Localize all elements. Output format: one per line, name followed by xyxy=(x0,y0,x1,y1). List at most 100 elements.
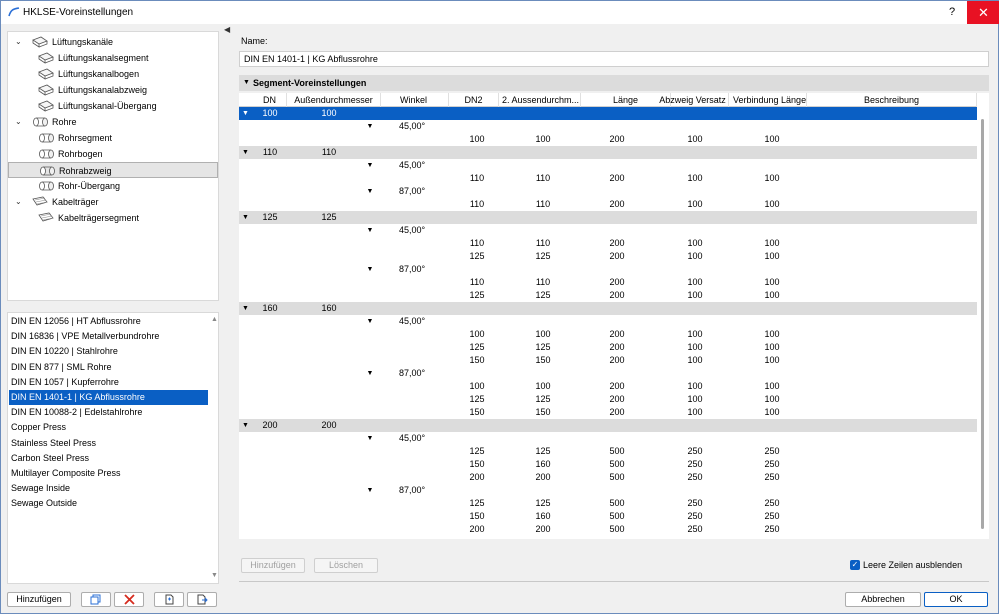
list-item[interactable]: Sewage Inside xyxy=(9,481,208,496)
data-cell[interactable]: 100 xyxy=(507,328,579,341)
list-item[interactable]: DIN EN 10220 | Stahlrohre xyxy=(9,344,208,359)
data-cell[interactable]: 250 xyxy=(735,497,809,510)
data-cell[interactable]: 160 xyxy=(507,510,579,523)
data-cell[interactable]: 100 xyxy=(659,289,731,302)
data-row[interactable]: 150 160 500 250 250 xyxy=(239,510,977,523)
data-cell[interactable]: 250 xyxy=(659,471,731,484)
data-cell[interactable]: 110 xyxy=(455,237,499,250)
data-cell[interactable]: 100 xyxy=(507,380,579,393)
segment-section-header[interactable]: ▼ Segment-Voreinstellungen xyxy=(239,75,989,91)
delete-row-button[interactable]: Löschen xyxy=(314,558,378,573)
data-cell[interactable]: 100 xyxy=(659,393,731,406)
data-cell[interactable]: 110 xyxy=(507,237,579,250)
data-row[interactable]: 110 110 200 100 100 xyxy=(239,276,977,289)
data-cell[interactable]: 100 xyxy=(735,172,809,185)
scrollbar-thumb[interactable] xyxy=(981,119,984,529)
data-cell[interactable]: 500 xyxy=(581,471,653,484)
angle-expand-icon[interactable]: ▼ xyxy=(365,185,375,198)
data-cell[interactable]: 150 xyxy=(455,406,499,419)
data-cell[interactable]: 200 xyxy=(581,133,653,146)
data-cell[interactable]: 250 xyxy=(659,510,731,523)
data-row[interactable]: 110 110 200 100 100 xyxy=(239,198,977,211)
data-cell[interactable]: 250 xyxy=(659,445,731,458)
data-cell[interactable]: 100 xyxy=(659,172,731,185)
column-header[interactable]: Abzweig Versatz xyxy=(657,93,729,107)
tree-item[interactable]: Rohrsegment xyxy=(8,130,218,146)
data-row[interactable]: 125 125 200 100 100 xyxy=(239,250,977,263)
list-item[interactable]: DIN EN 1057 | Kupferrohre xyxy=(9,375,208,390)
expand-triangle-icon[interactable]: ▼ xyxy=(242,419,249,432)
close-button[interactable]: ✕ xyxy=(967,1,999,24)
angle-expand-icon[interactable]: ▼ xyxy=(365,367,375,380)
help-button[interactable]: ? xyxy=(937,1,967,24)
data-cell[interactable]: 100 xyxy=(735,198,809,211)
tree-item[interactable]: Kabelträgersegment xyxy=(8,210,218,226)
data-cell[interactable]: 150 xyxy=(507,354,579,367)
group-row[interactable]: ▼ 200 200 xyxy=(239,419,977,432)
column-header[interactable]: DN xyxy=(253,93,287,107)
data-cell[interactable]: 100 xyxy=(507,133,579,146)
data-cell[interactable]: 125 xyxy=(507,289,579,302)
data-row[interactable]: 125 125 500 250 250 xyxy=(239,445,977,458)
angle-row[interactable]: ▼ 45,00° xyxy=(239,120,977,133)
data-row[interactable]: 125 125 200 100 100 xyxy=(239,393,977,406)
data-cell[interactable]: 500 xyxy=(581,497,653,510)
data-cell[interactable]: 200 xyxy=(581,393,653,406)
data-cell[interactable]: 100 xyxy=(735,276,809,289)
add-standard-button[interactable]: Hinzufügen xyxy=(7,592,71,607)
data-cell[interactable]: 125 xyxy=(455,341,499,354)
data-cell[interactable]: 250 xyxy=(659,458,731,471)
data-cell[interactable]: 125 xyxy=(455,497,499,510)
data-cell[interactable]: 100 xyxy=(455,328,499,341)
angle-expand-icon[interactable]: ▼ xyxy=(365,263,375,276)
list-item[interactable]: Carbon Steel Press xyxy=(9,451,208,466)
expand-chevron-icon[interactable]: ⌄ xyxy=(15,34,25,50)
hide-empty-checkbox[interactable]: ✓ xyxy=(850,560,860,570)
angle-row[interactable]: ▼ 87,00° xyxy=(239,185,977,198)
data-cell[interactable]: 110 xyxy=(455,198,499,211)
data-cell[interactable]: 200 xyxy=(581,406,653,419)
data-cell[interactable]: 100 xyxy=(659,276,731,289)
grid-scrollbar[interactable] xyxy=(977,107,989,539)
data-cell[interactable]: 110 xyxy=(507,198,579,211)
expand-triangle-icon[interactable]: ▼ xyxy=(242,107,249,120)
data-cell[interactable]: 100 xyxy=(735,328,809,341)
tree-item[interactable]: Lüftungskanal-Übergang xyxy=(8,98,218,114)
name-input[interactable]: DIN EN 1401-1 | KG Abflussrohre xyxy=(239,51,989,67)
data-cell[interactable]: 250 xyxy=(659,523,731,536)
data-cell[interactable]: 100 xyxy=(735,341,809,354)
tree-item[interactable]: Lüftungskanalsegment xyxy=(8,50,218,66)
data-cell[interactable]: 100 xyxy=(659,133,731,146)
angle-row[interactable]: ▼ 45,00° xyxy=(239,159,977,172)
data-cell[interactable]: 500 xyxy=(581,510,653,523)
data-cell[interactable]: 125 xyxy=(507,497,579,510)
data-cell[interactable]: 100 xyxy=(455,380,499,393)
data-row[interactable]: 100 100 200 100 100 xyxy=(239,133,977,146)
column-header[interactable]: Verbindung Länge xyxy=(733,93,807,107)
data-cell[interactable]: 500 xyxy=(581,445,653,458)
angle-expand-icon[interactable]: ▼ xyxy=(365,224,375,237)
tree-item[interactable]: Rohr-Übergang xyxy=(8,178,218,194)
data-row[interactable]: 200 200 500 250 250 xyxy=(239,523,977,536)
data-cell[interactable]: 200 xyxy=(581,289,653,302)
list-item[interactable]: Multilayer Composite Press xyxy=(9,466,208,481)
data-cell[interactable]: 100 xyxy=(659,198,731,211)
list-item[interactable]: DIN EN 1401-1 | KG Abflussrohre xyxy=(9,390,208,405)
list-item[interactable]: DIN EN 877 | SML Rohre xyxy=(9,360,208,375)
list-item[interactable]: DIN EN 10088-2 | Edelstahlrohre xyxy=(9,405,208,420)
expand-chevron-icon[interactable]: ⌄ xyxy=(15,114,25,130)
column-header[interactable]: Winkel xyxy=(379,93,449,107)
angle-row[interactable]: ▼ 45,00° xyxy=(239,224,977,237)
list-item[interactable]: Copper Press xyxy=(9,420,208,435)
data-row[interactable]: 150 160 500 250 250 xyxy=(239,458,977,471)
tree-item[interactable]: ⌄ Rohre xyxy=(8,114,218,130)
data-cell[interactable]: 125 xyxy=(455,445,499,458)
data-cell[interactable]: 200 xyxy=(581,341,653,354)
expand-triangle-icon[interactable]: ▼ xyxy=(242,302,249,315)
data-row[interactable]: 125 125 500 250 250 xyxy=(239,497,977,510)
data-cell[interactable]: 200 xyxy=(581,250,653,263)
data-cell[interactable]: 500 xyxy=(581,458,653,471)
list-item[interactable]: Sewage Outside xyxy=(9,496,208,511)
delete-standard-button[interactable] xyxy=(114,592,144,607)
data-cell[interactable]: 125 xyxy=(507,250,579,263)
